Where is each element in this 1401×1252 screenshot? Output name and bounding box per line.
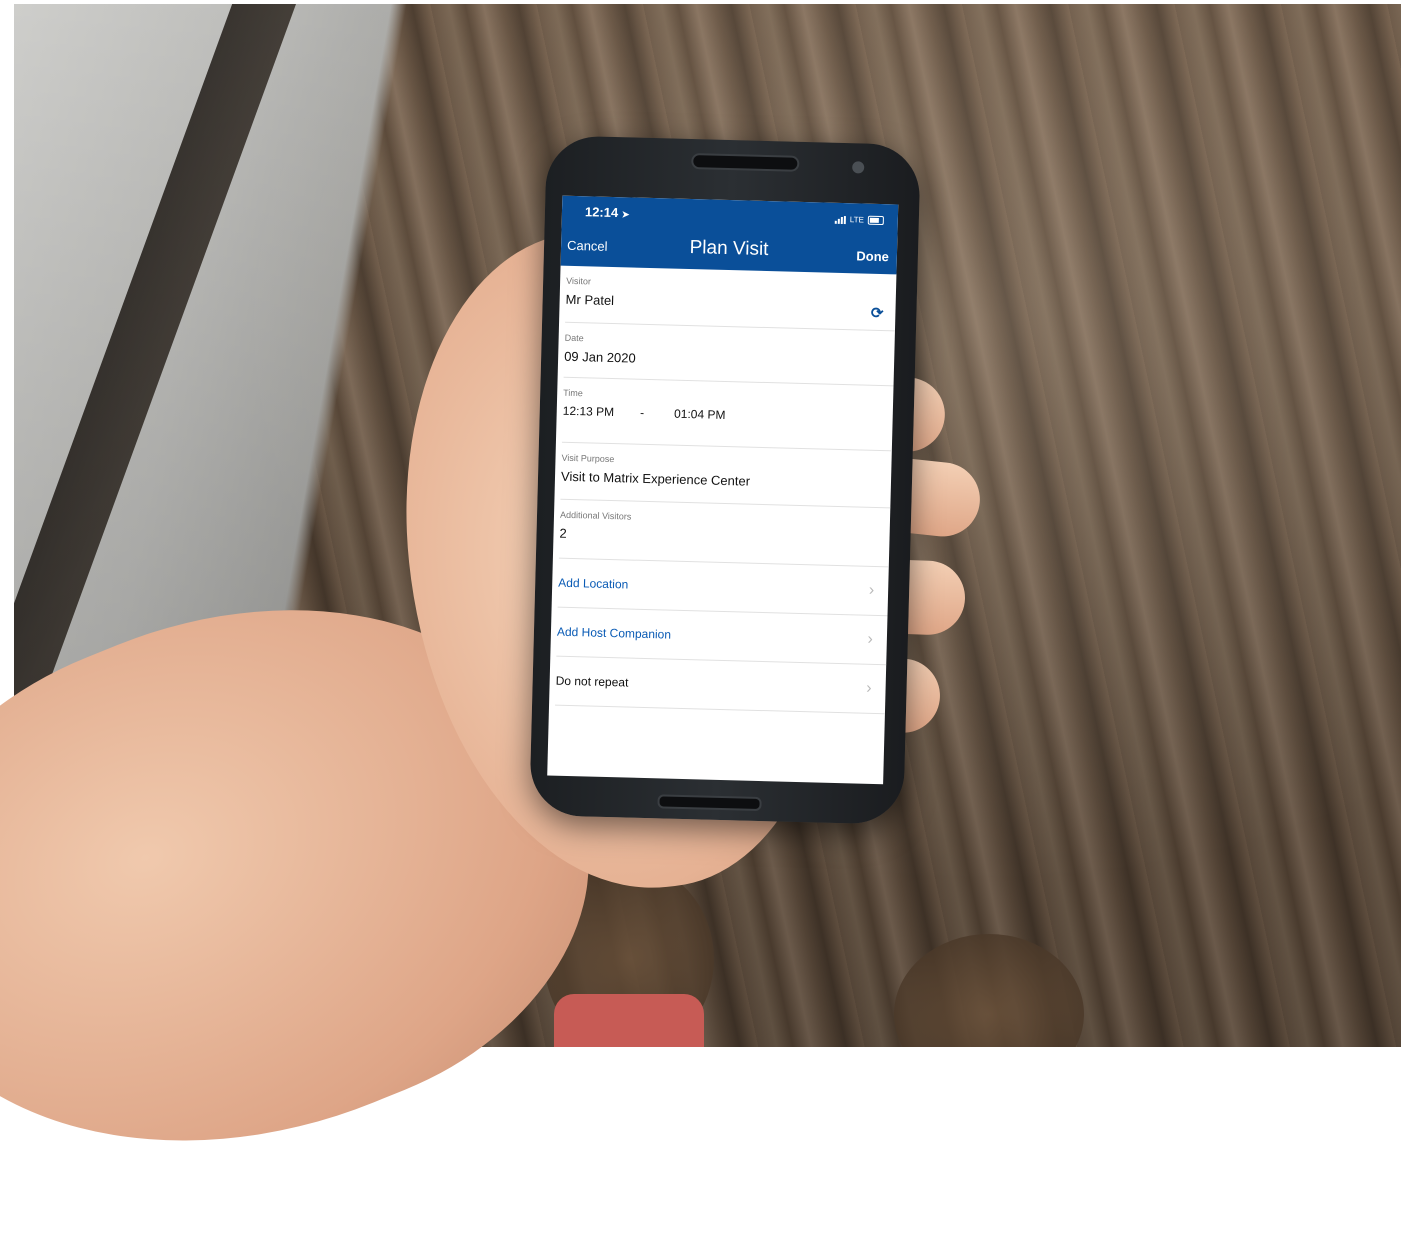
visit-purpose-field[interactable]: Visit Purpose Visit to Matrix Experience… [560, 442, 892, 509]
chevron-right-icon: › [867, 630, 874, 648]
start-time[interactable]: 12:13 PM [563, 404, 615, 419]
status-indicators: LTE [834, 215, 884, 226]
chevron-right-icon: › [868, 581, 875, 599]
signal-icon [834, 215, 846, 224]
phone-speaker [691, 153, 800, 172]
pants [554, 994, 704, 1047]
visit-form: Visitor Mr Patel ⟳ Date 09 Jan 2020 Time… [549, 265, 897, 715]
add-host-companion-label: Add Host Companion [556, 624, 672, 642]
add-location-label: Add Location [558, 575, 629, 592]
phone-screen: 12:14 ➤ LTE Cancel Plan Visit Done Visit… [547, 195, 899, 785]
add-host-companion-row[interactable]: Add Host Companion › [556, 607, 888, 666]
status-time-text: 12:14 [584, 204, 619, 221]
time-field: Time 12:13 PM - 01:04 PM [561, 377, 894, 452]
nav-bar: 12:14 ➤ LTE Cancel Plan Visit Done [560, 195, 899, 275]
chevron-right-icon: › [866, 679, 872, 697]
time-separator: - [639, 405, 645, 420]
repeat-label: Do not repeat [555, 673, 629, 690]
additional-visitors-field[interactable]: Additional Visitors 2 [558, 499, 891, 568]
network-type: LTE [849, 215, 864, 225]
refresh-icon[interactable]: ⟳ [871, 304, 884, 322]
status-time: 12:14 ➤ [585, 204, 630, 220]
date-field[interactable]: Date 09 Jan 2020 [563, 322, 895, 387]
phone-camera [852, 161, 865, 174]
end-time[interactable]: 01:04 PM [674, 407, 726, 422]
visitor-field[interactable]: Visitor Mr Patel ⟳ [565, 265, 897, 332]
battery-icon [867, 215, 884, 226]
repeat-row[interactable]: Do not repeat › [555, 656, 887, 715]
phone-device: 12:14 ➤ LTE Cancel Plan Visit Done Visit… [529, 135, 921, 825]
phone-bottom-speaker [657, 794, 762, 812]
page-title: Plan Visit [689, 236, 769, 261]
location-arrow-icon: ➤ [621, 209, 630, 220]
add-location-row[interactable]: Add Location › [557, 558, 889, 617]
done-button[interactable]: Done [856, 248, 889, 264]
